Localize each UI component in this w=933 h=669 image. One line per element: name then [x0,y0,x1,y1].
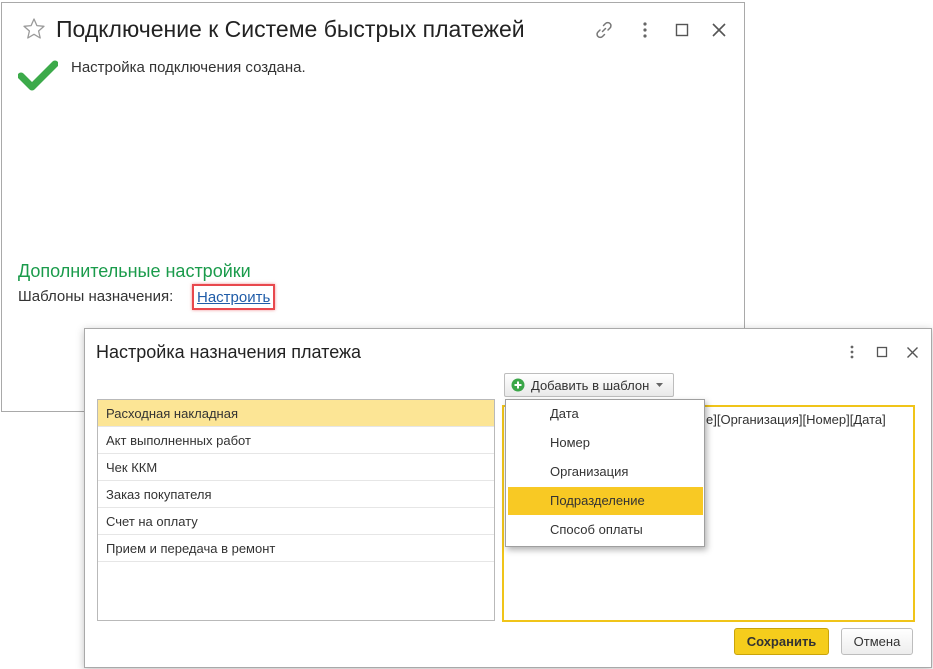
status-message: Настройка подключения создана. [71,59,306,76]
template-fields-dropdown: Дата Номер Организация Подразделение Спо… [505,399,705,547]
menu-item-organization[interactable]: Организация [506,458,704,486]
plus-circle-icon [511,378,525,392]
list-item[interactable]: Заказ покупателя [98,481,494,508]
document-list[interactable]: Расходная накладная Акт выполненных рабо… [97,399,495,621]
menu-item-date[interactable]: Дата [506,400,704,428]
star-icon[interactable] [22,17,46,41]
close-icon[interactable] [903,343,921,361]
more-icon[interactable] [843,343,861,361]
link-icon[interactable] [593,19,615,41]
templates-label: Шаблоны назначения: [18,288,174,305]
cancel-button[interactable]: Отмена [841,628,913,655]
list-item[interactable]: Расходная накладная [98,400,494,427]
template-text: е][Организация][Номер][Дата] [706,412,886,427]
chevron-down-icon [656,383,664,387]
list-item[interactable]: Прием и передача в ремонт [98,535,494,562]
window-title: Настройка назначения платежа [96,342,362,362]
save-button[interactable]: Сохранить [734,628,829,655]
add-to-template-button[interactable]: Добавить в шаблон [504,373,674,397]
list-item[interactable]: Акт выполненных работ [98,427,494,454]
payment-purpose-window: Настройка назначения платежа Расходная н… [84,328,932,668]
list-item[interactable]: Чек ККМ [98,454,494,481]
maximize-icon[interactable] [671,19,693,41]
menu-item-number[interactable]: Номер [506,429,704,457]
section-title: Дополнительные настройки [18,261,251,281]
menu-item-department[interactable]: Подразделение [508,487,703,515]
maximize-icon[interactable] [873,343,891,361]
add-to-template-label: Добавить в шаблон [531,377,650,393]
close-icon[interactable] [708,19,730,41]
checkmark-icon [18,60,58,91]
menu-item-payment-method[interactable]: Способ оплаты [506,516,704,544]
more-icon[interactable] [634,19,656,41]
list-item[interactable]: Счет на оплату [98,508,494,535]
window-title: Подключение к Системе быстрых платежей [56,16,525,42]
configure-link[interactable]: Настроить [192,284,276,310]
